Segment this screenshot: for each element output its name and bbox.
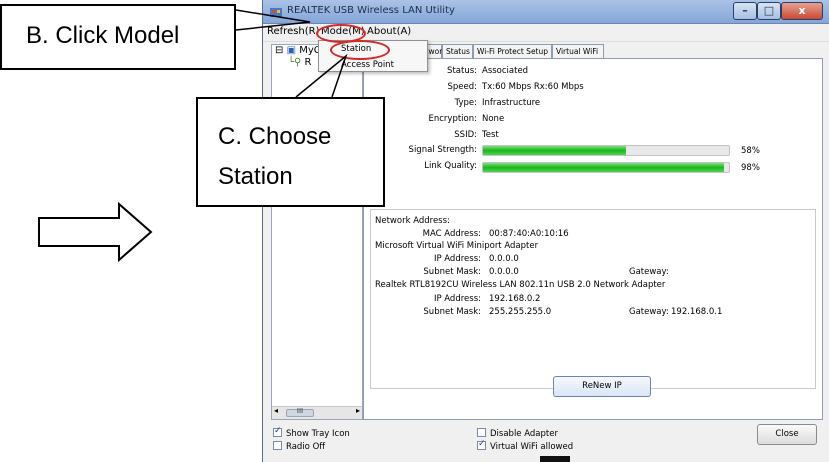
step-c-text-line1: C. Choose: [218, 123, 332, 150]
step-c-callout: C. Choose Station: [196, 97, 385, 207]
step-c-text-line2: Station: [218, 163, 293, 190]
step-b-text: B. Click Model: [26, 22, 180, 49]
step-b-callout: B. Click Model: [0, 4, 236, 70]
bottom-edge-mark: [540, 456, 570, 462]
